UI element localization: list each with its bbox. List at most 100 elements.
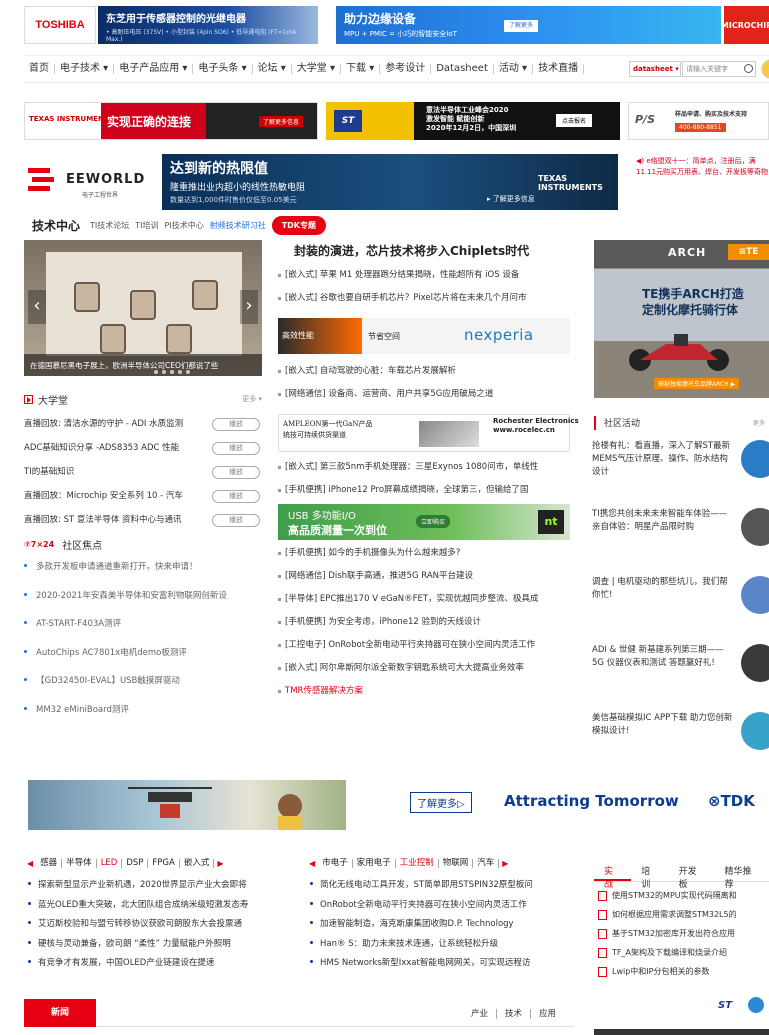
news-item[interactable]: [嵌入式] 谷歌也要自研手机芯片？Pixel芯片将在未来几个月问市 [278,291,570,314]
news-link-tech[interactable]: 技术 [496,1009,531,1019]
resource-tab[interactable]: 实战 [594,862,632,890]
industry-news-item[interactable]: OnRobot全新电动平行夹持器可在狭小空间内灵活工作 [310,898,576,918]
university-item[interactable]: 直播回放: ST 意法半导体 资料中心与通讯 播放 [24,511,262,535]
focus-item[interactable]: AT-START-F403A测评 [24,617,262,646]
nav-item[interactable]: 参考设计 [380,64,432,74]
community-item[interactable]: TI携您共创未来未来智能车体验——亲自体验：明星产品限时购 [592,508,769,576]
nav-item[interactable]: 活动 ▾ [494,64,534,74]
industry-news-item[interactable]: 有竞争才有发展，中国OLED产业链建设在提速 [28,956,294,976]
tech-link-rf-society[interactable]: 射频技术研习社 [210,220,266,231]
community-thumb[interactable] [741,576,769,614]
focus-item[interactable]: MM32 eMiniBoard测评 [24,703,262,732]
news-item[interactable]: [半导体] EPC推出170 V eGaN®FET，实现优越同步整流、极具成 [278,592,570,615]
resource-item[interactable]: 如何根据应用需求调整STM32L5的 [598,909,769,928]
tech-link-pi-center[interactable]: PI技术中心 [165,220,204,231]
news-tab[interactable]: 新闻 [24,999,96,1027]
next-arrow-icon[interactable]: ▶ [502,859,508,868]
microchip-ad[interactable]: MICROCHIP [721,6,769,44]
news-item[interactable]: [网络通信] 设备商、运营商、用户共享5G应用破局之道 [278,387,570,410]
news-slider[interactable]: ‹ › 在德国慕尼黑电子展上，欧洲半导体公司CEO们都说了些 [24,240,262,376]
industry-news-item[interactable]: HMS Networks新型Ixxat智能电网网关，可实现远程访 [310,956,576,976]
slider-dot[interactable] [178,370,182,374]
eeworld-logo[interactable]: EEWORLD 电子工程世界 [24,162,154,202]
news-item[interactable]: [手机便携] 为安全考虑，iPhone12 验到的天线设计 [278,615,570,638]
focus-item[interactable]: AutoChips AC7801x电机demo板测评 [24,646,262,675]
headline[interactable]: 封装的演进，芯片技术将步入Chiplets时代 [294,242,569,259]
resource-item[interactable]: 基于STM32加密库开发出符合应用 [598,928,769,947]
adi-ad-banner[interactable]: 助力边缘设备 MPU + PMIC = 小巧的智能安全IoT 了解更多 [336,6,721,44]
prev-arrow-icon[interactable]: ◀ [309,859,315,868]
focus-item[interactable]: 多款开发板申请通道重新打开。快来申请！ [24,560,262,589]
resource-tab[interactable]: 精华推荐 [714,862,769,890]
nexperia-ad[interactable]: 高效性能 节省空间 nexperia [278,318,570,354]
slider-dot[interactable] [154,370,158,374]
nav-item[interactable]: 首页 [24,64,55,74]
play-button[interactable]: 播放 [212,490,260,503]
nav-item[interactable]: 电子产品应用 ▾ [114,64,194,74]
category-link[interactable]: DSP [122,858,149,868]
news-item[interactable]: [工控电子] OnRobot全新电动平行夹持器可在狭小空间内灵活工作 [278,638,570,661]
category-link[interactable]: FPGA [148,858,180,868]
user-avatar-icon[interactable] [761,59,769,79]
ampleon-ad[interactable]: AMPLEON第一代GaN产品 统技可持续供货渠道 Rochester Elec… [278,414,579,452]
play-button[interactable]: 播放 [212,466,260,479]
university-item[interactable]: TI的基础知识 播放 [24,463,262,487]
news-item[interactable]: [嵌入式] 阿尔卑斯阿尔派全新数字钥匙系统可大大提高业务效率 [278,661,570,684]
search-icon[interactable] [744,64,753,73]
resource-tab[interactable]: 开发板 [669,862,715,890]
datasheet-select[interactable]: datasheet ▾ [629,61,681,77]
tdk-banner[interactable]: 了解更多▷ Attracting Tomorrow ⊗TDK [24,778,769,830]
news-item[interactable]: [嵌入式] 苹果 M1 处理器跑分结果揭晓，性能超所有 iOS 设备 [278,268,570,291]
nav-item[interactable]: 论坛 ▾ [253,64,292,74]
news-link-application[interactable]: 应用 [531,1009,564,1019]
te-arch-ad[interactable]: ARCH ≡TE TE携手ARCH打造 定制化摩托骑行体 探秘独家摩托车品牌AR… [594,240,769,398]
category-link[interactable]: 家用电子 [353,858,396,868]
industry-news-item[interactable]: 艾迈斯校验和与盟亏转移协议获欧司朗股东大会投票通 [28,917,294,937]
usb-buy-button[interactable]: 立即购买 [416,515,451,528]
nav-item[interactable]: 下载 ▾ [341,64,381,74]
industry-news-item[interactable]: 蓝光OLED重大突破，北大团队组合成纳米级短激发态寿 [28,898,294,918]
category-link[interactable]: 嵌入式 [180,858,215,868]
tech-link-ti-training[interactable]: TI培训 [135,220,158,231]
slider-dot[interactable] [186,370,190,374]
nav-item[interactable]: 大学堂 ▾ [292,64,342,74]
ps-ad[interactable]: P/S 样品申请、购买及技术支持 400-880-8851 [628,102,769,140]
slider-prev-arrow[interactable]: ‹ [28,290,46,324]
slider-next-arrow[interactable]: › [240,290,258,324]
category-link[interactable]: LED [97,858,123,868]
nav-item[interactable]: 电子技术 ▾ [55,64,115,74]
resource-tab[interactable]: 培训 [631,862,668,890]
news-item[interactable]: [嵌入式] 第三款5nm手机处理器：三星Exynos 1080问市，单线性 [278,460,570,483]
industry-news-item[interactable]: 硬核与灵动兼备，欧司朗 “柔性” 力量赋能户外照明 [28,937,294,957]
resource-item[interactable]: Lwip中和IP分包相关的参数 [598,966,769,985]
ti-ad-more-button[interactable]: 了解更多信息 [259,116,304,127]
toshiba-ad-banner[interactable]: 东芝用于传感器控制的光继电器 • 高耐压电压 (375V) • 小型封装 (4p… [98,6,318,44]
community-thumb[interactable] [741,508,769,546]
category-link[interactable]: 汽车 [473,858,500,868]
news-item[interactable]: [网络通信] Dish联手高通，推进5G RAN平台建设 [278,569,570,592]
nav-item[interactable]: 电子头条 ▾ [193,64,253,74]
st-summit-ad[interactable]: ST 意法半导体工业峰会2020 激发智能 赋能创新 2020年12月2日，中国… [326,102,620,140]
community-thumb[interactable] [741,644,769,682]
news-item[interactable]: [手机便携] 如今的手机摄像头为什么越来越多? [278,546,570,569]
scroll-top-icon[interactable] [748,997,764,1013]
tmr-sensor-link[interactable]: TMR传感器解决方案 [278,684,570,707]
element14-promo-text[interactable]: ◀) e络盟双十一：简单点，注册后，满11.11元购买万用表、焊台、开发板等奇物 [636,154,769,210]
ti-connection-ad[interactable]: TEXAS INSTRUMENTS 实现正确的连接 了解更多信息 [24,102,318,140]
industry-news-item[interactable]: Han® S：助力未来技术连通，让系统轻松升级 [310,937,576,957]
community-more-link[interactable]: 更多 [753,418,765,427]
community-thumb[interactable] [741,712,769,750]
category-link[interactable]: 物联网 [439,858,474,868]
slider-caption[interactable]: 在德国慕尼黑电子展上，欧洲半导体公司CEO们都说了些 [24,354,262,376]
community-thumb[interactable] [741,440,769,478]
category-link[interactable]: 半导体 [62,858,97,868]
slider-dot[interactable] [162,370,166,374]
tdk-topic-button[interactable]: TDK专题 [271,215,326,235]
resource-item[interactable]: TF_A架构及下载编译和烧录介绍 [598,947,769,966]
prev-arrow-icon[interactable]: ◀ [27,859,33,868]
next-arrow-icon[interactable]: ▶ [217,859,223,868]
community-item[interactable]: 调查 | 电机驱动的那些坑儿，我们帮你忙! [592,576,769,644]
st-register-button[interactable]: 点击报名 [556,114,593,127]
focus-item[interactable]: 【GD32450I-EVAL】USB触摸屏驱动 [24,674,262,703]
news-item[interactable]: [手机便携] iPhone12 Pro屏幕成绩揭晓，全球第三，但输给了国 [278,483,570,506]
